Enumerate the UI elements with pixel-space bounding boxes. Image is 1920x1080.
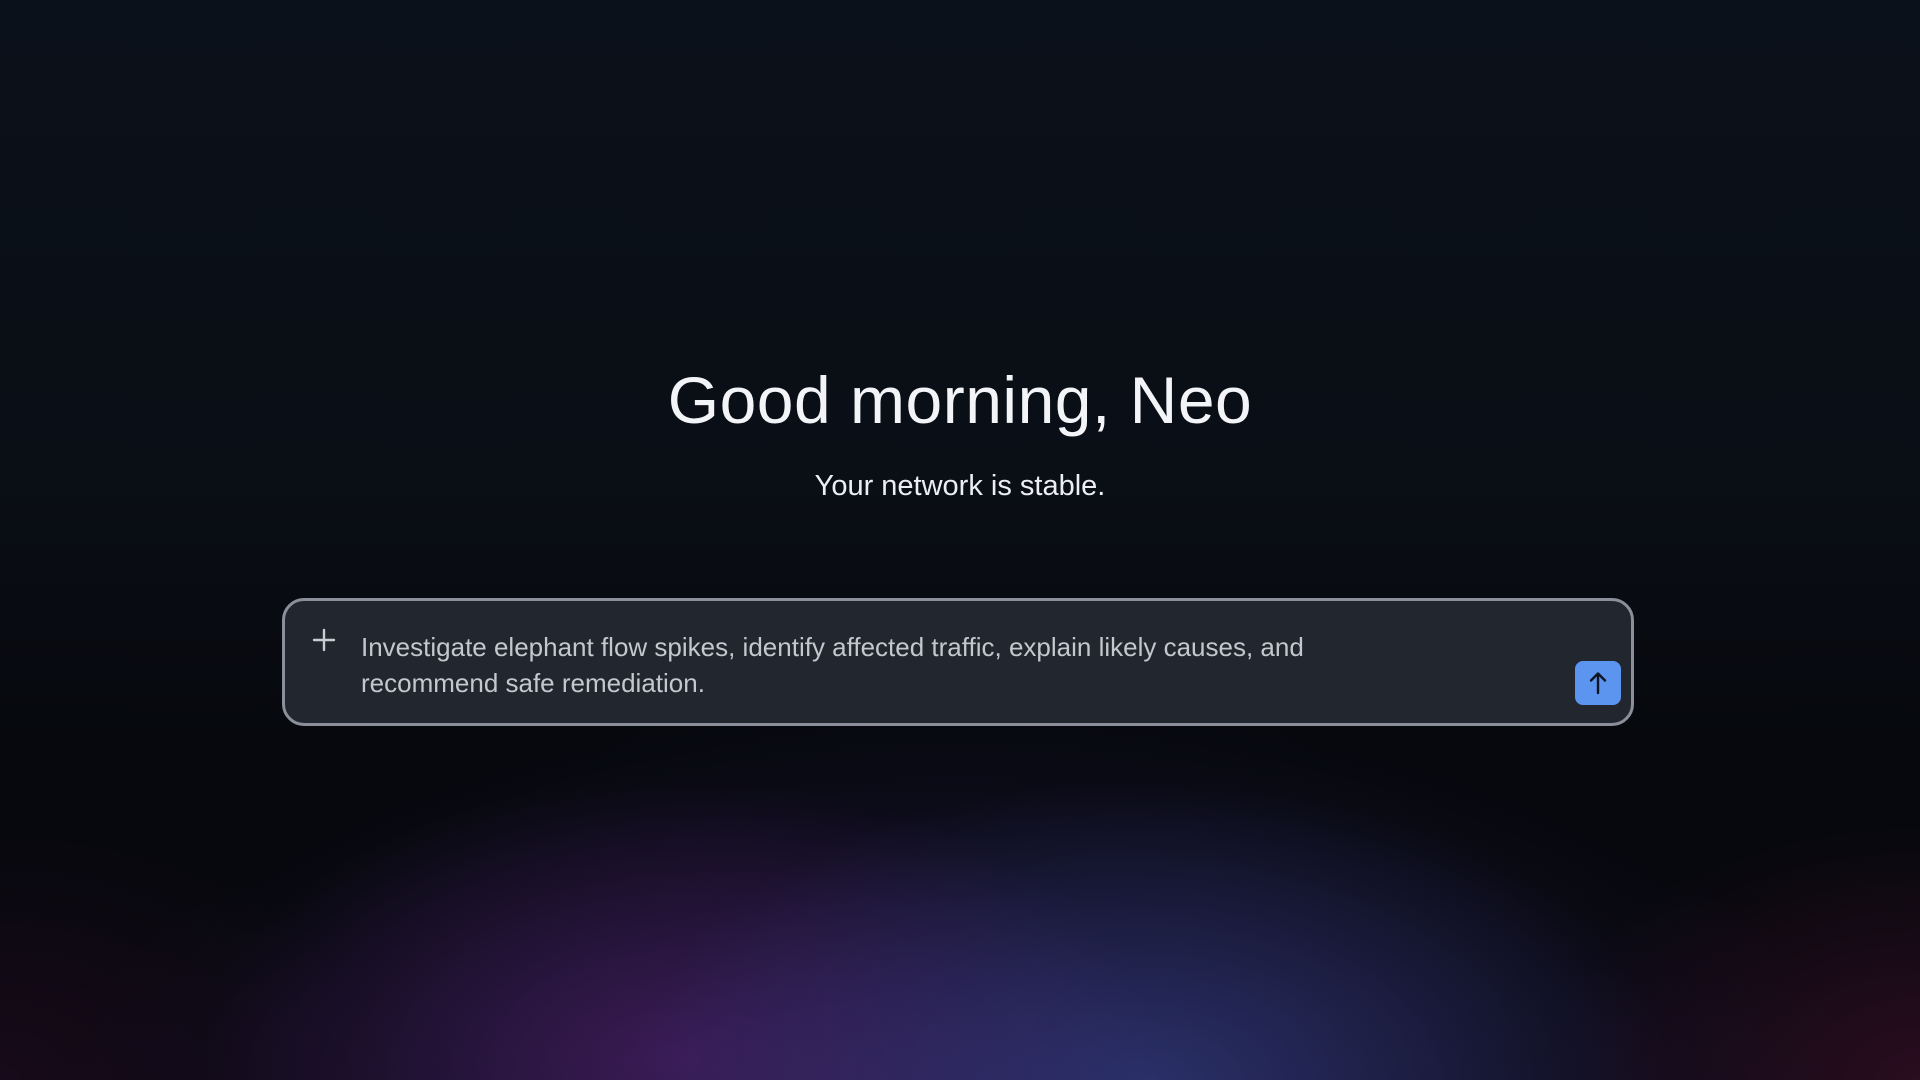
send-button[interactable] — [1575, 661, 1621, 705]
arrow-up-icon — [1589, 672, 1607, 695]
plus-icon — [312, 628, 336, 652]
network-status-text: Your network is stable. — [814, 470, 1106, 502]
prompt-input[interactable]: Investigate elephant flow spikes, identi… — [361, 629, 1421, 701]
attach-button[interactable] — [309, 625, 339, 655]
greeting-heading: Good morning, Neo — [667, 363, 1253, 437]
prompt-input-container[interactable]: Investigate elephant flow spikes, identi… — [282, 598, 1634, 726]
